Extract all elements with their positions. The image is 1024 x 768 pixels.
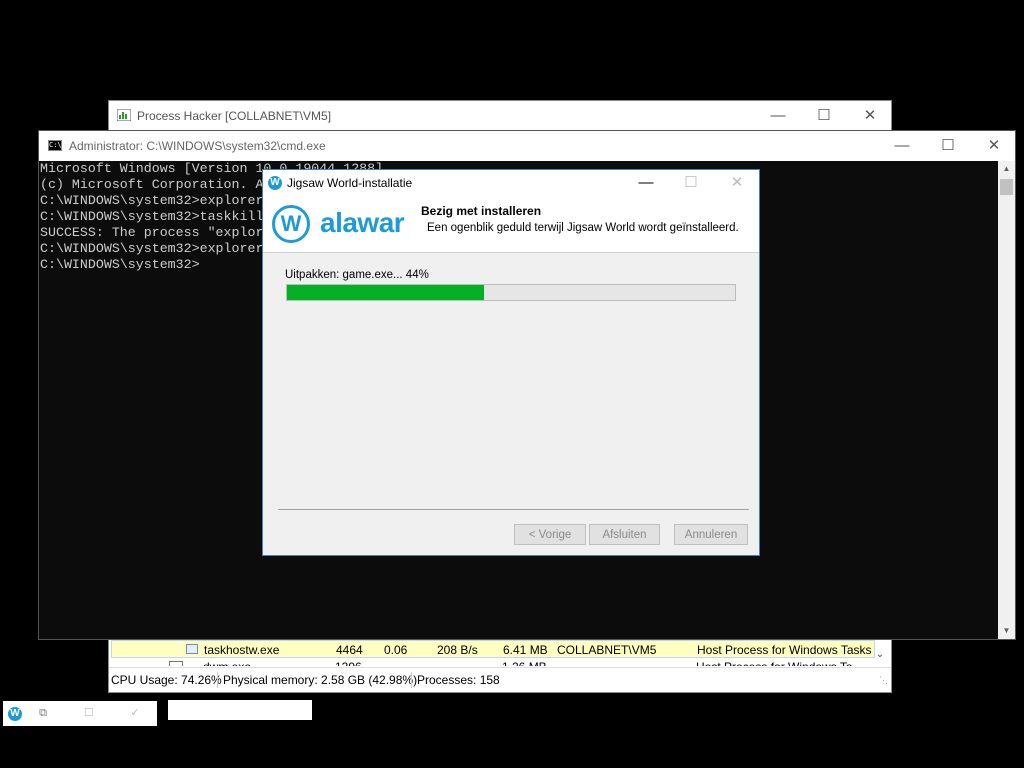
alawar-logo-icon: W xyxy=(272,205,310,243)
maximize-icon[interactable]: ☐ xyxy=(801,101,847,131)
table-row[interactable]: dwm.exe 1396 1.26 MB Host Process for Wi… xyxy=(111,658,875,666)
scroll-thumb[interactable] xyxy=(1000,179,1013,195)
alawar-app-icon: W xyxy=(268,176,282,190)
process-count: Processes: 158 xyxy=(417,673,500,687)
process-name: taskhostw.exe xyxy=(204,643,280,657)
process-description: Host Process for Windows Tasks xyxy=(697,643,872,657)
process-icon xyxy=(169,661,183,666)
progress-status: Uitpakken: game.exe... 44% xyxy=(285,269,429,281)
progress-bar-fill xyxy=(287,285,485,300)
taskbar-item[interactable] xyxy=(168,700,312,720)
header-title: Bezig met installeren xyxy=(421,204,542,218)
process-pid: 1396 xyxy=(335,658,362,666)
maximize-icon: ☐ xyxy=(84,707,94,719)
scroll-up-icon[interactable]: ▲ xyxy=(998,161,1015,177)
process-hacker-app-icon xyxy=(117,109,131,121)
resize-grip-icon[interactable]: ⋱ xyxy=(879,672,888,688)
close-button: Afsluiten xyxy=(589,524,660,545)
close-icon[interactable]: ✕ xyxy=(847,101,893,131)
minimize-icon[interactable]: — xyxy=(623,168,669,198)
process-icon xyxy=(186,644,198,654)
close-icon[interactable]: ✕ xyxy=(971,131,1017,161)
table-row[interactable]: taskhostw.exe 4464 0.06 208 B/s 6.41 MB … xyxy=(111,640,875,658)
scroll-down-icon[interactable]: ▼ xyxy=(998,623,1015,639)
minimize-icon[interactable]: — xyxy=(755,101,801,131)
process-pid: 4464 xyxy=(336,643,363,657)
installer-dialog[interactable]: W Jigsaw World-installatie — ☐ ✕ W alawa… xyxy=(262,169,760,556)
progress-bar xyxy=(286,284,736,301)
taskbar: W ⧉ ☐ ✓ xyxy=(3,701,157,726)
process-name: dwm.exe xyxy=(203,658,251,666)
cpu-usage: CPU Usage: 74.26% xyxy=(111,673,222,687)
brand-logo-text: alawar xyxy=(320,207,405,238)
maximize-icon: ☐ xyxy=(684,174,698,191)
installer-header: W alawar Bezig met installeren Een ogenb… xyxy=(263,196,759,253)
cancel-button[interactable]: Annuleren xyxy=(674,524,748,545)
process-list: taskhostw.exe 4464 0.06 208 B/s 6.41 MB … xyxy=(111,640,875,666)
installer-titlebar[interactable]: W Jigsaw World-installatie — ☐ ✕ xyxy=(263,170,759,196)
process-memory: 6.41 MB xyxy=(503,643,548,657)
restore-icon[interactable]: ⧉ xyxy=(36,707,50,719)
divider xyxy=(278,509,749,510)
process-cpu: 0.06 xyxy=(384,643,408,657)
cmd-app-icon: C:\ xyxy=(48,140,62,151)
status-separator xyxy=(411,672,412,688)
process-description: Host Process for Windows Ta xyxy=(696,658,853,666)
alawar-taskbar-icon[interactable]: W xyxy=(8,707,22,721)
window-title: Administrator: C:\WINDOWS\system32\cmd.e… xyxy=(69,139,326,153)
back-button: < Vorige xyxy=(514,524,586,545)
close-icon: ✕ xyxy=(730,174,744,191)
maximize-icon[interactable]: ☐ xyxy=(925,131,971,161)
process-memory: 1.26 MB xyxy=(502,658,547,666)
console-scrollbar[interactable]: ▲ ▼ xyxy=(998,161,1015,639)
window-title: Process Hacker [COLLABNET\VM5] xyxy=(137,109,332,123)
process-hacker-titlebar[interactable]: Process Hacker [COLLABNET\VM5] — ☐ ✕ xyxy=(109,101,891,131)
status-bar: CPU Usage: 74.26% Physical memory: 2.58 … xyxy=(109,667,891,692)
scroll-down-icon[interactable]: ⌄ xyxy=(873,646,887,664)
pin-icon: ✓ xyxy=(130,707,140,719)
status-separator xyxy=(217,672,218,688)
cmd-titlebar[interactable]: C:\ Administrator: C:\WINDOWS\system32\c… xyxy=(39,131,1015,161)
process-io: 208 B/s xyxy=(437,643,478,657)
minimize-icon[interactable]: — xyxy=(879,131,925,161)
header-subtitle: Een ogenblik geduld terwijl Jigsaw World… xyxy=(427,222,739,234)
window-title: Jigsaw World-installatie xyxy=(287,176,413,190)
process-user: COLLABNET\VM5 xyxy=(557,643,657,657)
physical-memory: Physical memory: 2.58 GB (42.98%) xyxy=(223,673,418,687)
